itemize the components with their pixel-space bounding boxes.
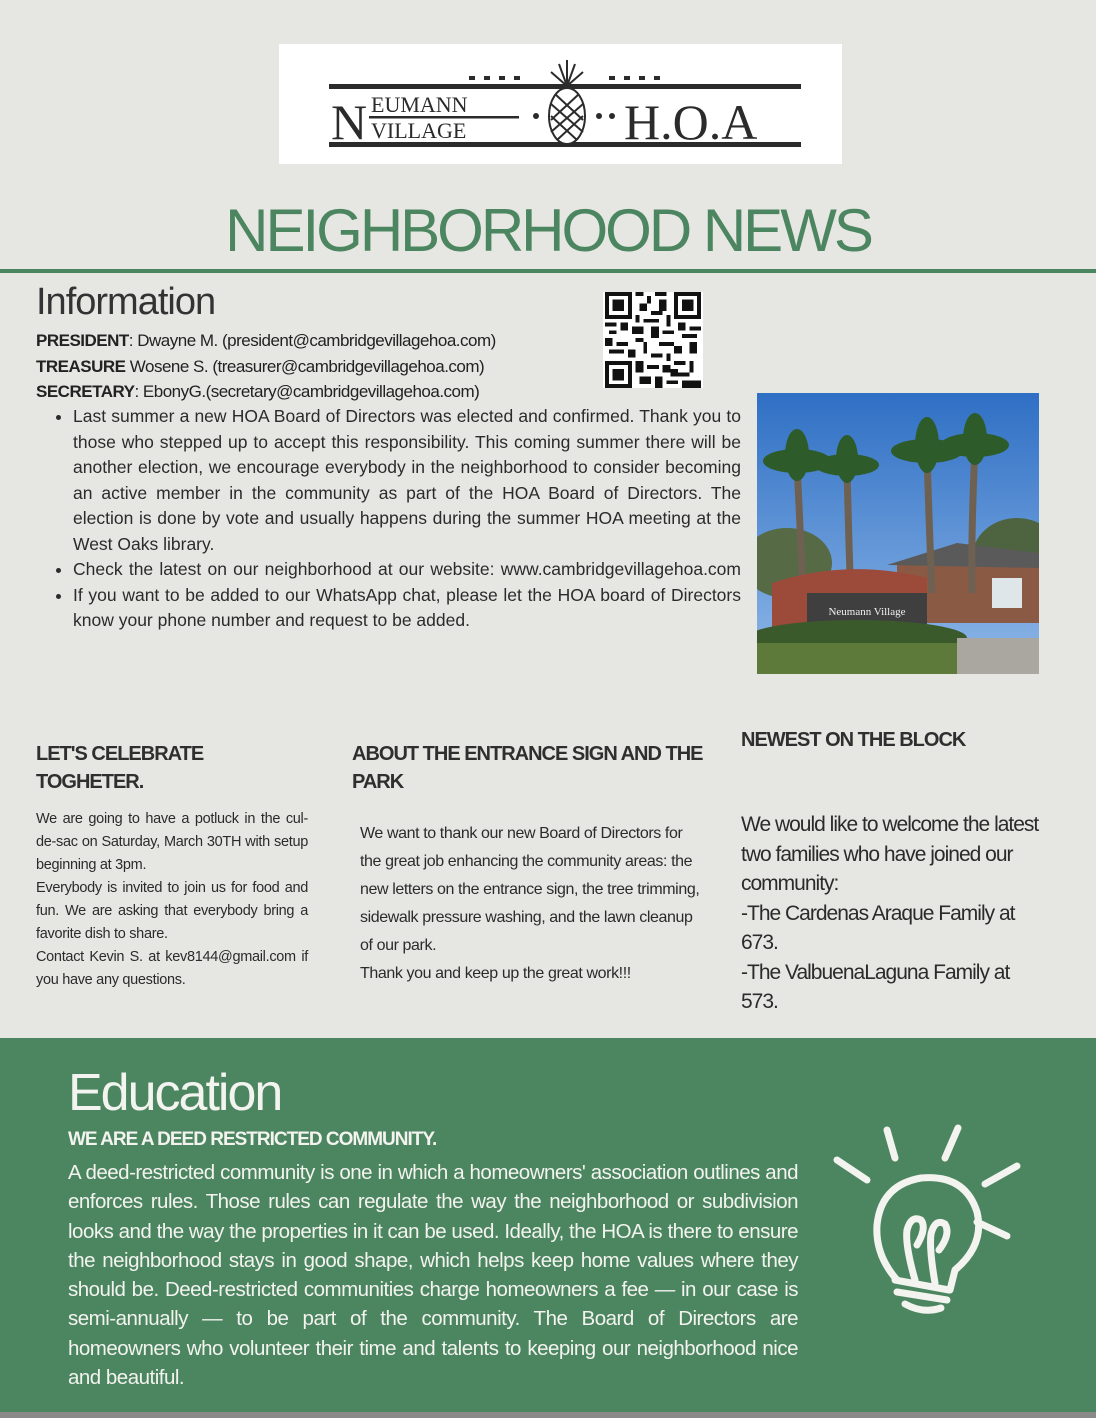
newest-body: We would like to welcome the latest two …	[741, 810, 1041, 1017]
paragraph: We would like to welcome the latest two …	[741, 813, 1039, 895]
education-heading: Education	[68, 1064, 283, 1122]
logo-letter-n: N	[331, 94, 367, 150]
celebrate-body: We are going to have a potluck in the cu…	[36, 808, 308, 992]
education-body: A deed-restricted community is one in wh…	[68, 1161, 799, 1390]
president-contact-text: Dwayne M. (president@cambridgevillagehoa…	[137, 331, 496, 350]
information-heading: Information	[36, 281, 216, 323]
newest-heading: NEWEST ON THE BLOCK	[741, 729, 966, 751]
secretary-contact-text: EbonyG.(secretary@cambridgevillagehoa.co…	[142, 382, 480, 401]
entrance-heading: ABOUT THE ENTRANCE SIGN AND THE PARK	[352, 743, 703, 793]
list-item: Check the latest on our neighborhood at …	[73, 557, 741, 583]
title-divider	[0, 269, 1096, 273]
celebrate-heading: LET'S CELEBRATE TOGHETER.	[36, 743, 204, 793]
information-bullets: Last summer a new HOA Board of Directors…	[36, 404, 741, 634]
contact-secretary: SECRETARY: EbonyG.(secretary@cambridgevi…	[36, 382, 480, 401]
contact-treasurer: TREASURE Wosene S. (treasurer@cambridgev…	[36, 357, 485, 376]
list-item: Last summer a new HOA Board of Directors…	[73, 404, 741, 557]
paragraph: Contact Kevin S. at kev8144@gmail.com if…	[36, 949, 308, 988]
lightbulb-icon	[825, 1120, 1030, 1320]
logo-eumann: EUMANN	[371, 92, 468, 117]
treasurer-contact-text: Wosene S. (treasurer@cambridgevillagehoa…	[129, 357, 485, 376]
bottom-border	[0, 1412, 1096, 1418]
list-item: If you want to be added to our WhatsApp …	[73, 583, 741, 634]
pineapple-icon	[548, 60, 586, 145]
hoa-logo: N EUMANN VILLAGE H.O.A	[279, 44, 842, 164]
paragraph: -The ValbuenaLaguna Family at 573.	[741, 960, 1010, 1014]
logo-hoa: H.O.A	[624, 94, 757, 150]
qr-code-icon[interactable]	[603, 292, 703, 388]
photo-sign-text: Neumann Village	[828, 606, 905, 618]
contact-president: PRESIDENT: Dwayne M. (president@cambridg…	[36, 331, 496, 350]
neighborhood-entrance-photo: Neumann Village	[757, 393, 1039, 674]
logo-village: VILLAGE	[371, 118, 466, 143]
page-title: NEIGHBORHOOD NEWS	[225, 197, 874, 264]
paragraph: Everybody is invited to join us for food…	[36, 880, 308, 942]
education-subheading: WE ARE A DEED RESTRICTED COMMUNITY.	[68, 1129, 437, 1150]
entrance-body: We want to thank our new Board of Direct…	[360, 820, 705, 988]
paragraph: Thank you and keep up the great work!!!	[360, 965, 631, 982]
paragraph: We want to thank our new Board of Direct…	[360, 825, 700, 954]
paragraph: -The Cardenas Araque Family at 673.	[741, 901, 1015, 955]
paragraph: We are going to have a potluck in the cu…	[36, 811, 308, 873]
